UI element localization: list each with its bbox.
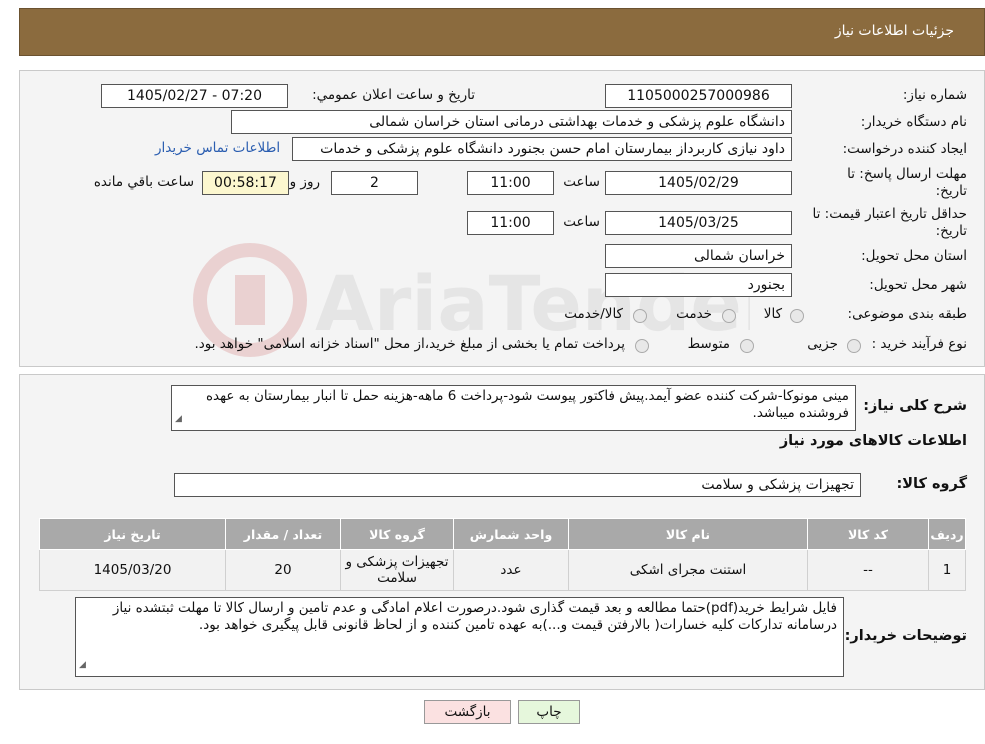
- deadline-time-field: 11:00: [467, 171, 554, 195]
- deadline-date-field: 1405/02/29: [605, 171, 792, 195]
- validity-label: حداقل تاریخ اعتبار قیمت: تا تاریخ:: [812, 206, 967, 239]
- goods-section-title: اطلاعات کالاهای مورد نیاز: [779, 433, 967, 449]
- process-radio-medium[interactable]: [740, 339, 754, 353]
- province-label: استان محل تحویل:: [861, 248, 967, 264]
- col-date: تاریخ نیاز: [39, 518, 226, 550]
- col-group: گروه کالا: [340, 518, 454, 550]
- buyer-field: دانشگاه علوم پزشکی و خدمات بهداشتی درمان…: [231, 110, 792, 134]
- buyer-label: نام دستگاه خريدار:: [860, 114, 967, 130]
- process-radio-minor[interactable]: [847, 339, 861, 353]
- resize-handle-icon[interactable]: ◢: [79, 657, 86, 674]
- remaining-label: ساعت باقي مانده: [93, 174, 194, 190]
- description-text: مینی مونوکا-شرکت کننده عضو آیمد.پیش فاکت…: [205, 388, 849, 421]
- days-field: 2: [331, 171, 418, 195]
- city-label: شهر محل تحویل:: [869, 277, 967, 293]
- validity-time-label: ساعت: [563, 214, 600, 230]
- need-number-field: 1105000257000986: [605, 84, 792, 108]
- city-field: بجنورد: [605, 273, 792, 297]
- cell-name: استنت مجرای اشکی: [568, 549, 808, 591]
- category-radio-goods[interactable]: [790, 309, 804, 323]
- announce-label: تاريخ و ساعت اعلان عمومي:: [312, 87, 475, 103]
- col-qty: تعداد / مقدار: [225, 518, 341, 550]
- col-unit: واحد شمارش: [453, 518, 569, 550]
- page-title: جزئيات اطلاعات نیاز: [834, 23, 954, 39]
- buyer-notes-text: فایل شرایط خرید(pdf)حتما مطالعه و بعد قی…: [112, 600, 837, 633]
- resize-handle-icon[interactable]: ◢: [175, 411, 182, 428]
- goods-group-field: تجهیزات پزشکی و سلامت: [174, 473, 861, 497]
- creator-field: داود نیازی کاربرداز بیمارستان امام حسن ب…: [292, 137, 792, 161]
- print-button[interactable]: چاپ: [518, 700, 580, 724]
- cell-code: --: [807, 549, 929, 591]
- cell-date: 1405/03/20: [39, 549, 226, 591]
- process-note: پرداخت تمام یا بخشی از مبلغ خرید،از محل …: [194, 336, 625, 352]
- buyer-notes-label: توضیحات خریدار:: [844, 628, 967, 644]
- col-row: ردیف: [928, 518, 966, 550]
- creator-label: ایجاد کننده درخواست:: [842, 141, 967, 157]
- category-label: طبقه بندی موضوعی:: [847, 306, 967, 322]
- description-label: شرح کلی نیاز:: [863, 398, 967, 414]
- category-radio-goods-service[interactable]: [633, 309, 647, 323]
- process-label: نوع فرآیند خرید :: [871, 336, 967, 352]
- table-row: 1 -- استنت مجرای اشکی عدد تجهیزات پزشکی …: [39, 549, 966, 591]
- validity-time-field: 11:00: [467, 211, 554, 235]
- remaining-time-field: 00:58:17: [202, 171, 289, 195]
- goods-group-label: گروه کالا:: [896, 476, 967, 492]
- deadline-label: مهلت ارسال پاسخ: تا تاریخ:: [847, 166, 967, 199]
- process-option-medium: متوسط: [687, 336, 730, 352]
- category-option-goods: کالا: [763, 306, 782, 322]
- col-name: نام کالا: [568, 518, 808, 550]
- cell-row: 1: [928, 549, 966, 591]
- province-field: خراسان شمالی: [605, 244, 792, 268]
- buyer-notes-textarea: فایل شرایط خرید(pdf)حتما مطالعه و بعد قی…: [75, 597, 844, 677]
- process-radio-treasury[interactable]: [635, 339, 649, 353]
- cell-unit: عدد: [453, 549, 569, 591]
- back-button[interactable]: بازگشت: [424, 700, 511, 724]
- cell-group: تجهیزات پزشکی و سلامت: [340, 549, 454, 591]
- deadline-time-label: ساعت: [563, 174, 600, 190]
- need-number-label: شماره نیاز:: [902, 87, 967, 103]
- validity-date-field: 1405/03/25: [605, 211, 792, 235]
- page-header: جزئيات اطلاعات نیاز: [19, 8, 985, 56]
- days-label: روز و: [289, 174, 320, 190]
- goods-table: ردیف کد کالا نام کالا واحد شمارش گروه کا…: [39, 518, 966, 591]
- contact-buyer-link[interactable]: اطلاعات تماس خریدار: [155, 140, 280, 156]
- table-header-row: ردیف کد کالا نام کالا واحد شمارش گروه کا…: [39, 518, 966, 550]
- announce-field: 1405/02/27 - 07:20: [101, 84, 288, 108]
- description-textarea: مینی مونوکا-شرکت کننده عضو آیمد.پیش فاکت…: [171, 385, 856, 431]
- category-option-goods-service: کالا/خدمت: [564, 306, 623, 322]
- col-code: کد کالا: [807, 518, 929, 550]
- process-option-minor: جزیی: [807, 336, 838, 352]
- category-radio-service[interactable]: [722, 309, 736, 323]
- cell-qty: 20: [225, 549, 341, 591]
- category-option-service: خدمت: [676, 306, 712, 322]
